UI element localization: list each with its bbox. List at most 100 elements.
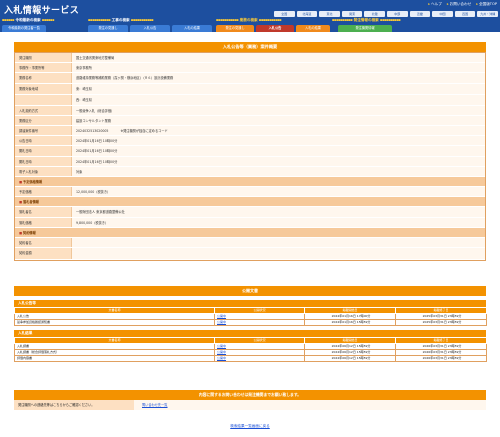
category-label: 業務の検索	[239, 18, 258, 22]
doc-end: 2025年03月31日 23時59分	[395, 319, 487, 326]
table-row: 入札契約方式 一般競争入札（総合評価）	[15, 105, 485, 116]
row-value: 一般財団法人 東京都道路整備公社	[71, 207, 485, 217]
row-label: 契約者名	[15, 238, 71, 248]
row-label: 事務所・事業所等	[15, 63, 71, 73]
contact-link[interactable]: お問い合わせ	[447, 2, 472, 7]
row-value: 2024年01月16日 10時00分	[71, 136, 485, 146]
contact-row: 発注機関への連絡先等はこちらからご確認ください。 問い合わせ先一覧	[14, 400, 486, 410]
table-row: 電子入札対象 対象	[15, 166, 485, 177]
site-logo[interactable]: 入札情報サービス	[4, 3, 79, 16]
category-orderers: ▪▪▪▪▪▪▪▪▪▪ 発注情報の検索 ▪▪▪▪▪▪▪▪▪▪	[332, 18, 401, 22]
announce-docs-title: 入札公告等	[14, 300, 486, 307]
row-value: 建設コンサルタント業務	[71, 115, 485, 125]
row-value: 12,000,000（税抜き）	[71, 187, 485, 197]
table-row: 調達案件番号 2024032513020005 ※発注機関が独自に定めるコード	[15, 125, 485, 137]
region-tab[interactable]: 近畿	[409, 11, 431, 17]
doc-start: 2024年06月12日 15時59分	[304, 355, 396, 362]
region-tab[interactable]: 四国	[454, 11, 476, 17]
row-label: 予定価格	[15, 187, 71, 197]
doc-start: 2024年01月16日 15時59分	[304, 319, 396, 326]
row-label: 落札者名	[15, 207, 71, 217]
row-label: 開札日時	[15, 156, 71, 166]
documents-title: 公開文書	[14, 286, 486, 296]
row-value: 東京事務所	[71, 63, 485, 73]
table-row: 開札日時 2024年01月16日 10時00分	[15, 146, 485, 157]
national-top-link[interactable]: 全国版TOP	[476, 2, 497, 7]
category-label: 令和最新の検索	[15, 18, 41, 22]
tab-services-result[interactable]: 入札の結果	[296, 25, 330, 32]
table-row: 公告日時 2024年01月16日 10時00分	[15, 136, 485, 147]
back-to-results-link[interactable]: 検索結果一覧画面に戻る	[0, 424, 500, 429]
tab-services-outlook[interactable]: 発注の見通し	[216, 25, 254, 32]
table-row: 契約者名	[15, 238, 485, 249]
tab-latest-orderers[interactable]: 令和最新の発注者一覧	[2, 25, 46, 32]
tab-construction-result[interactable]: 入札の結果	[172, 25, 212, 32]
section-label: 契約情報	[15, 227, 485, 237]
table-row: 競争参加資格確認通知書 公開中 2024年01月16日 15時59分 2025年…	[14, 319, 487, 326]
table-row: 事務所・事業所等 東京事務所	[15, 63, 485, 74]
doc-end: 2026年03月31日 23時59分	[395, 355, 487, 362]
table-row: 業務区分 建設コンサルタント業務	[15, 115, 485, 126]
table-row: 落札者名 一般財団法人 東京都道路整備公社	[15, 207, 485, 218]
utility-links: ヘルプ お問い合わせ 全国版TOP	[428, 2, 497, 7]
region-tab[interactable]: 北海道	[296, 11, 318, 17]
site-header: 入札情報サービス ヘルプ お問い合わせ 全国版TOP 全国 北海道 東北 関東 …	[0, 0, 500, 32]
table-row: 落札価格 9,800,000（税抜き）	[15, 217, 485, 228]
table-row: 評価内容書 公開中 2024年06月12日 15時59分 2026年03月31日…	[14, 355, 487, 362]
category-label: 工事の検索	[111, 18, 130, 22]
code-note: ※発注機関が独自に定めるコード	[120, 128, 168, 133]
row-value: 2024032513020005 ※発注機関が独自に定めるコード	[71, 125, 485, 136]
row-label: 電子入札対象	[15, 166, 71, 176]
table-row: 西：埼玉県	[15, 94, 485, 106]
contact-label: 発注機関への連絡先等はこちらからご確認ください。	[14, 400, 134, 410]
doc-name: 競争参加資格確認通知書	[14, 319, 215, 326]
nav-tabs: 令和最新の発注者一覧 発注の見通し 入札公告 入札の結果 発注の見通し 入札公告…	[0, 24, 500, 32]
table-row: 予定価格 12,000,000（税抜き）	[15, 187, 485, 198]
section-header-plan: 予定価格情報	[15, 176, 485, 188]
contact-list-link[interactable]: 問い合わせ先一覧	[134, 400, 486, 410]
row-value: 道路維持業務等補助業務（霞ヶ関・横浜地区）（Ｒ６）設計設備業務	[71, 73, 485, 83]
tab-services-announce[interactable]: 入札公告	[256, 25, 294, 32]
row-value: 対象	[71, 166, 485, 176]
category-label: 発注情報の検索	[353, 18, 379, 22]
row-label: 業務対象地域	[15, 83, 71, 94]
row-label: 業務名称	[15, 73, 71, 83]
row-label: 調達案件番号	[15, 125, 71, 136]
doc-name: 評価内容書	[14, 355, 215, 362]
row-value: 2024年01月16日 10時00分	[71, 146, 485, 156]
tab-construction-outlook[interactable]: 発注の見通し	[88, 25, 128, 32]
tab-orderer-info[interactable]: 発注機関情報	[338, 25, 392, 32]
row-value: 9,800,000（税抜き）	[71, 217, 485, 227]
row-value: 東：埼玉県	[71, 83, 485, 94]
row-value: 2024年01月16日 10時00分	[71, 156, 485, 166]
row-label: 業務区分	[15, 115, 71, 125]
row-label	[15, 94, 71, 105]
help-link[interactable]: ヘルプ	[428, 2, 442, 7]
row-value	[71, 248, 485, 260]
result-docs-table: 文書名称 公開状況 掲載開始日 掲載終了日 入札調書 公開中 2024年06月1…	[14, 337, 487, 362]
section-label: 予定価格情報	[15, 176, 485, 187]
row-label: 落札価格	[15, 217, 71, 227]
row-value: 一般競争入札（総合評価）	[71, 105, 485, 115]
doc-status-link[interactable]: 公開中	[214, 355, 305, 362]
row-value: 国土交通省関東地方整備局	[71, 53, 485, 63]
region-tab[interactable]: 中国	[432, 11, 453, 17]
tab-construction-announce[interactable]: 入札公告	[130, 25, 170, 32]
section-header-winner: 落札者情報	[15, 197, 485, 208]
doc-status-link[interactable]: 公開中	[214, 319, 305, 326]
procurement-number: 2024032513020005	[76, 128, 109, 133]
row-label: 公告日時	[15, 136, 71, 146]
result-docs-title: 入札結果	[14, 330, 486, 337]
category-latest: ▪▪▪▪▪▪ 令和最新の検索 ▪▪▪▪▪▪	[2, 18, 55, 22]
table-row: 業務対象地域 東：埼玉県	[15, 83, 485, 95]
section-header-contract: 契約情報	[15, 227, 485, 238]
page-title: 入札公告等（業務）案件概要	[14, 42, 486, 52]
region-tab[interactable]: 九州・沖縄	[477, 11, 498, 17]
table-row: 開札日時 2024年01月16日 10時00分	[15, 156, 485, 167]
row-value	[71, 238, 485, 248]
announce-docs-table: 文書名称 公開状況 掲載開始日 掲載終了日 入札公告 公開中 2024年01月1…	[14, 307, 487, 326]
category-services: ▪▪▪▪▪▪▪▪▪▪▪ 業務の検索 ▪▪▪▪▪▪▪▪▪▪▪	[216, 18, 282, 22]
category-construction: ▪▪▪▪▪▪▪▪▪▪▪ 工事の検索 ▪▪▪▪▪▪▪▪▪▪▪	[88, 18, 154, 22]
row-label: 開札日時	[15, 146, 71, 156]
contact-title: 内容に関するお問い合わせは発注機関までお願い致します。	[14, 390, 486, 400]
